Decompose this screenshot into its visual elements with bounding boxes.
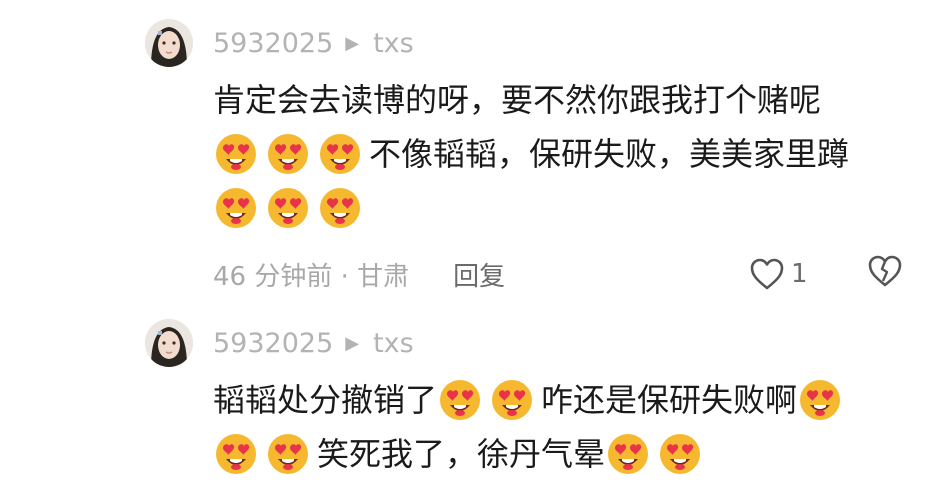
comment-header: 5932025 ▶ txs xyxy=(213,23,414,63)
comment-text: 韬韬处分撤销了 xyxy=(213,381,438,419)
smiling-face-with-heart-eyes-icon xyxy=(265,131,311,177)
smiling-face-with-heart-eyes-icon xyxy=(317,185,363,231)
reply-button[interactable]: 回复 xyxy=(453,256,505,293)
smiling-face-with-heart-eyes-icon xyxy=(657,431,703,477)
avatar[interactable] xyxy=(145,319,193,367)
smiling-face-with-heart-eyes-icon xyxy=(605,431,651,477)
comment-body: 韬韬处分撤销了 咋还是保研失败啊笑死我了，徐丹气晕 xyxy=(213,373,913,481)
comment-line xyxy=(213,181,913,235)
reply-to-username[interactable]: txs xyxy=(373,328,414,359)
like-count: 1 xyxy=(791,259,808,289)
username[interactable]: 5932025 xyxy=(213,328,333,359)
smiling-face-with-heart-eyes-icon xyxy=(213,431,259,477)
smiling-face-with-heart-eyes-icon xyxy=(213,185,259,231)
timestamp-location: 46 分钟前 · 甘肃 xyxy=(213,261,410,292)
smiling-face-with-heart-eyes-icon xyxy=(797,377,843,423)
smiling-face-with-heart-eyes-icon xyxy=(265,185,311,231)
comment-line: 韬韬处分撤销了 咋还是保研失败啊 xyxy=(213,373,913,427)
comment-header: 5932025 ▶ txs xyxy=(213,323,414,363)
heart-outline-icon xyxy=(750,258,784,290)
comment-line: 笑死我了，徐丹气晕 xyxy=(213,427,913,481)
comment-line: 不像韬韬，保研失败，美美家里蹲 xyxy=(213,127,913,181)
reply-to-username[interactable]: txs xyxy=(373,28,414,59)
broken-heart-icon xyxy=(868,255,902,286)
comment-body: 肯定会去读博的呀，要不然你跟我打个赌呢不像韬韬，保研失败，美美家里蹲 xyxy=(213,73,913,235)
comment-text: 咋还是保研失败啊 xyxy=(541,381,798,419)
smiling-face-with-heart-eyes-icon xyxy=(489,377,535,423)
username[interactable]: 5932025 xyxy=(213,28,333,59)
triangle-right-icon: ▶ xyxy=(345,32,360,54)
avatar-image xyxy=(145,319,193,367)
avatar[interactable] xyxy=(145,19,193,67)
comment-text: 肯定会去读博的呀，要不然你跟我打个赌呢 xyxy=(213,81,822,119)
comment-footer: 46 分钟前 · 甘肃 回复 1 xyxy=(213,254,913,294)
dislike-button[interactable] xyxy=(867,254,903,295)
smiling-face-with-heart-eyes-icon xyxy=(213,131,259,177)
comment-line: 肯定会去读博的呀，要不然你跟我打个赌呢 xyxy=(213,73,913,127)
avatar-image xyxy=(145,19,193,67)
smiling-face-with-heart-eyes-icon xyxy=(317,131,363,177)
comment-text: 不像韬韬，保研失败，美美家里蹲 xyxy=(369,135,850,173)
triangle-right-icon: ▶ xyxy=(345,332,360,354)
like-button[interactable]: 1 xyxy=(749,257,808,291)
smiling-face-with-heart-eyes-icon xyxy=(437,377,483,423)
smiling-face-with-heart-eyes-icon xyxy=(265,431,311,477)
comment-text: 笑死我了，徐丹气晕 xyxy=(317,435,606,473)
